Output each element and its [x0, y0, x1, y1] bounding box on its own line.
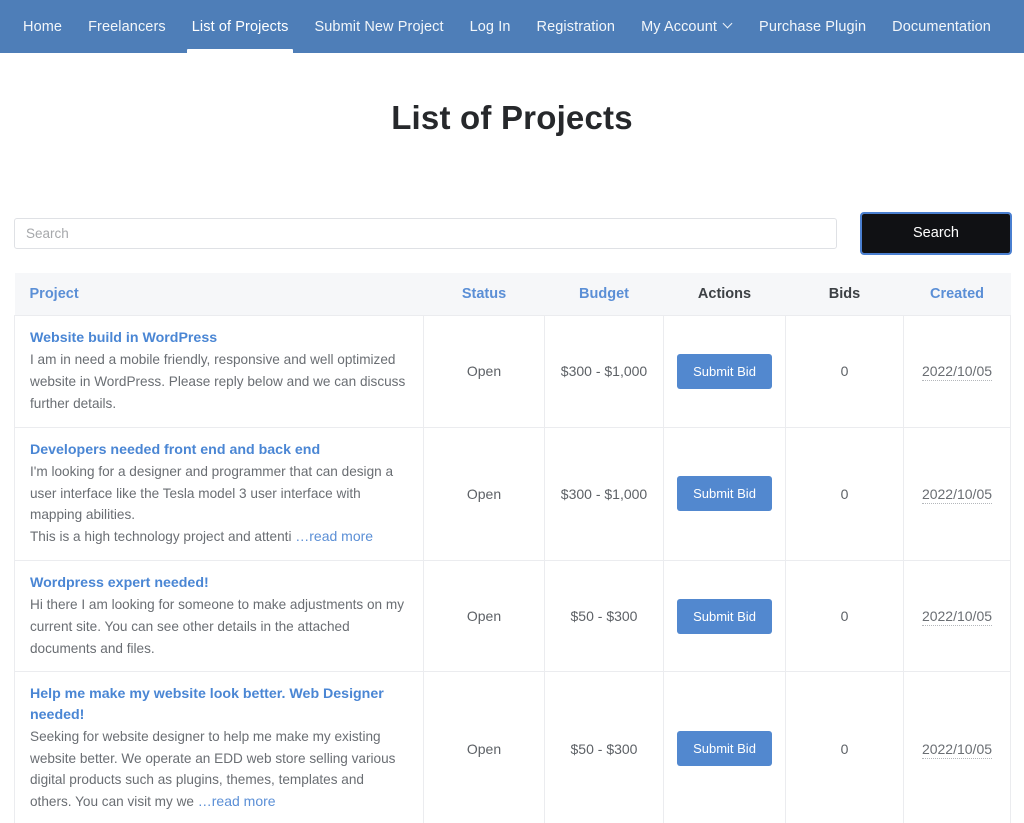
nav-item-home[interactable]: Home [10, 0, 75, 53]
nav-item-label: Home [23, 18, 63, 35]
nav-item-label: Submit New Project [314, 18, 444, 35]
nav-item-log-in[interactable]: Log In [457, 0, 524, 53]
budget-value: $300 - $1,000 [560, 485, 648, 502]
column-header-status[interactable]: Status [423, 273, 545, 316]
nav-item-label: List of Projects [191, 18, 289, 35]
submit-bid-button[interactable]: Submit Bid [677, 476, 772, 512]
nav-item-label: Documentation [892, 18, 991, 35]
search-bar: Search [0, 209, 1024, 257]
nav-item-label: Purchase Plugin [759, 18, 867, 35]
nav-item-label: My Account [641, 18, 718, 35]
nav-item-label: Registration [536, 18, 616, 35]
project-cell: Developers needed front end and back end… [14, 426, 424, 561]
project-title-link[interactable]: Website build in WordPress [30, 328, 409, 348]
actions-cell: Submit Bid [663, 559, 786, 673]
table-row: Help me make my website look better. Web… [14, 671, 1011, 823]
search-button[interactable]: Search [860, 211, 1012, 255]
column-header-label: Project [29, 286, 79, 302]
bids-cell: 0 [785, 671, 904, 823]
status-cell: Open [423, 426, 545, 561]
project-cell: Wordpress expert needed! Hi there I am lo… [14, 559, 424, 673]
project-title-link[interactable]: Wordpress expert needed! [30, 573, 409, 593]
bids-count: 0 [840, 363, 849, 380]
bids-count: 0 [840, 608, 849, 625]
column-header-label: Budget [579, 286, 629, 302]
budget-cell: $300 - $1,000 [544, 315, 664, 428]
column-header-created[interactable]: Created [903, 273, 1011, 316]
nav-item-registration[interactable]: Registration [524, 0, 629, 53]
nav-item-freelancers[interactable]: Freelancers [75, 0, 179, 53]
budget-value: $300 - $1,000 [560, 363, 648, 380]
nav-item-my-account[interactable]: My Account [628, 0, 746, 53]
submit-bid-button[interactable]: Submit Bid [677, 353, 772, 389]
status-badge: Open [466, 363, 502, 380]
status-badge: Open [466, 608, 502, 625]
project-cell: Help me make my website look better. Web… [14, 671, 424, 823]
chevron-down-icon [724, 20, 733, 29]
project-description: I am in need a mobile friendly, responsi… [30, 352, 406, 411]
nav-item-documentation[interactable]: Documentation [879, 0, 1004, 53]
search-input[interactable] [14, 217, 837, 249]
created-date: 2022/10/05 [921, 740, 993, 759]
column-header-actions: Actions [663, 273, 786, 316]
status-cell: Open [423, 671, 545, 823]
column-header-label: Actions [697, 286, 752, 302]
column-header-bids: Bids [785, 273, 904, 316]
status-cell: Open [423, 559, 545, 673]
actions-cell: Submit Bid [663, 426, 786, 561]
bids-cell: 0 [785, 426, 904, 561]
read-more-link[interactable]: …read more [295, 528, 373, 544]
nav-item-label: Freelancers [88, 18, 166, 35]
column-header-budget[interactable]: Budget [544, 273, 664, 316]
projects-table: Project Status Budget Actions Bids Created We… [14, 273, 1011, 823]
main-navigation: Home Freelancers List of Projects Submit Ne… [0, 0, 1024, 53]
actions-cell: Submit Bid [663, 315, 786, 428]
actions-cell: Submit Bid [663, 671, 786, 823]
status-badge: Open [466, 485, 502, 502]
column-header-label: Created [930, 286, 984, 302]
nav-item-list-of-projects[interactable]: List of Projects [179, 0, 302, 53]
read-more-link[interactable]: …read more [198, 793, 276, 809]
nav-item-submit-new-project[interactable]: Submit New Project [301, 0, 456, 53]
column-header-label: Bids [828, 286, 861, 302]
created-date: 2022/10/05 [921, 485, 993, 504]
status-cell: Open [423, 315, 545, 428]
table-row: Wordpress expert needed! Hi there I am lo… [14, 559, 1011, 673]
project-cell: Website build in WordPress I am in need a… [14, 315, 424, 428]
projects-table-container: Project Status Budget Actions Bids Created We… [0, 273, 1024, 823]
table-header-row: Project Status Budget Actions Bids Created [14, 273, 1011, 316]
column-header-project[interactable]: Project [14, 273, 424, 316]
search-button-wrapper: Search [860, 211, 1012, 255]
created-cell: 2022/10/05 [903, 315, 1011, 428]
project-title-link[interactable]: Help me make my website look better. Web… [30, 684, 409, 724]
submit-bid-button[interactable]: Submit Bid [677, 598, 772, 634]
nav-item-label: Log In [469, 18, 511, 35]
status-badge: Open [466, 740, 502, 757]
budget-cell: $50 - $300 [544, 671, 664, 823]
project-title-link[interactable]: Developers needed front end and back end [30, 440, 409, 460]
bids-cell: 0 [785, 559, 904, 673]
table-header: Project Status Budget Actions Bids Created [14, 273, 1011, 316]
bids-count: 0 [840, 740, 849, 757]
column-header-label: Status [461, 286, 507, 302]
created-cell: 2022/10/05 [903, 559, 1011, 673]
budget-cell: $50 - $300 [544, 559, 664, 673]
budget-cell: $300 - $1,000 [544, 426, 664, 561]
created-date: 2022/10/05 [921, 608, 993, 627]
budget-value: $50 - $300 [570, 740, 638, 757]
submit-bid-button[interactable]: Submit Bid [677, 731, 772, 767]
bids-count: 0 [840, 485, 849, 502]
bids-cell: 0 [785, 315, 904, 428]
table-body: Website build in WordPress I am in need a… [14, 315, 1011, 823]
created-cell: 2022/10/05 [903, 426, 1011, 561]
budget-value: $50 - $300 [570, 608, 638, 625]
table-row: Website build in WordPress I am in need a… [14, 315, 1011, 428]
nav-item-purchase-plugin[interactable]: Purchase Plugin [746, 0, 879, 53]
page-title: List of Projects [391, 99, 633, 136]
table-row: Developers needed front end and back end… [14, 426, 1011, 561]
created-cell: 2022/10/05 [903, 671, 1011, 823]
created-date: 2022/10/05 [921, 363, 993, 382]
project-description: Hi there I am looking for someone to mak… [30, 597, 405, 656]
